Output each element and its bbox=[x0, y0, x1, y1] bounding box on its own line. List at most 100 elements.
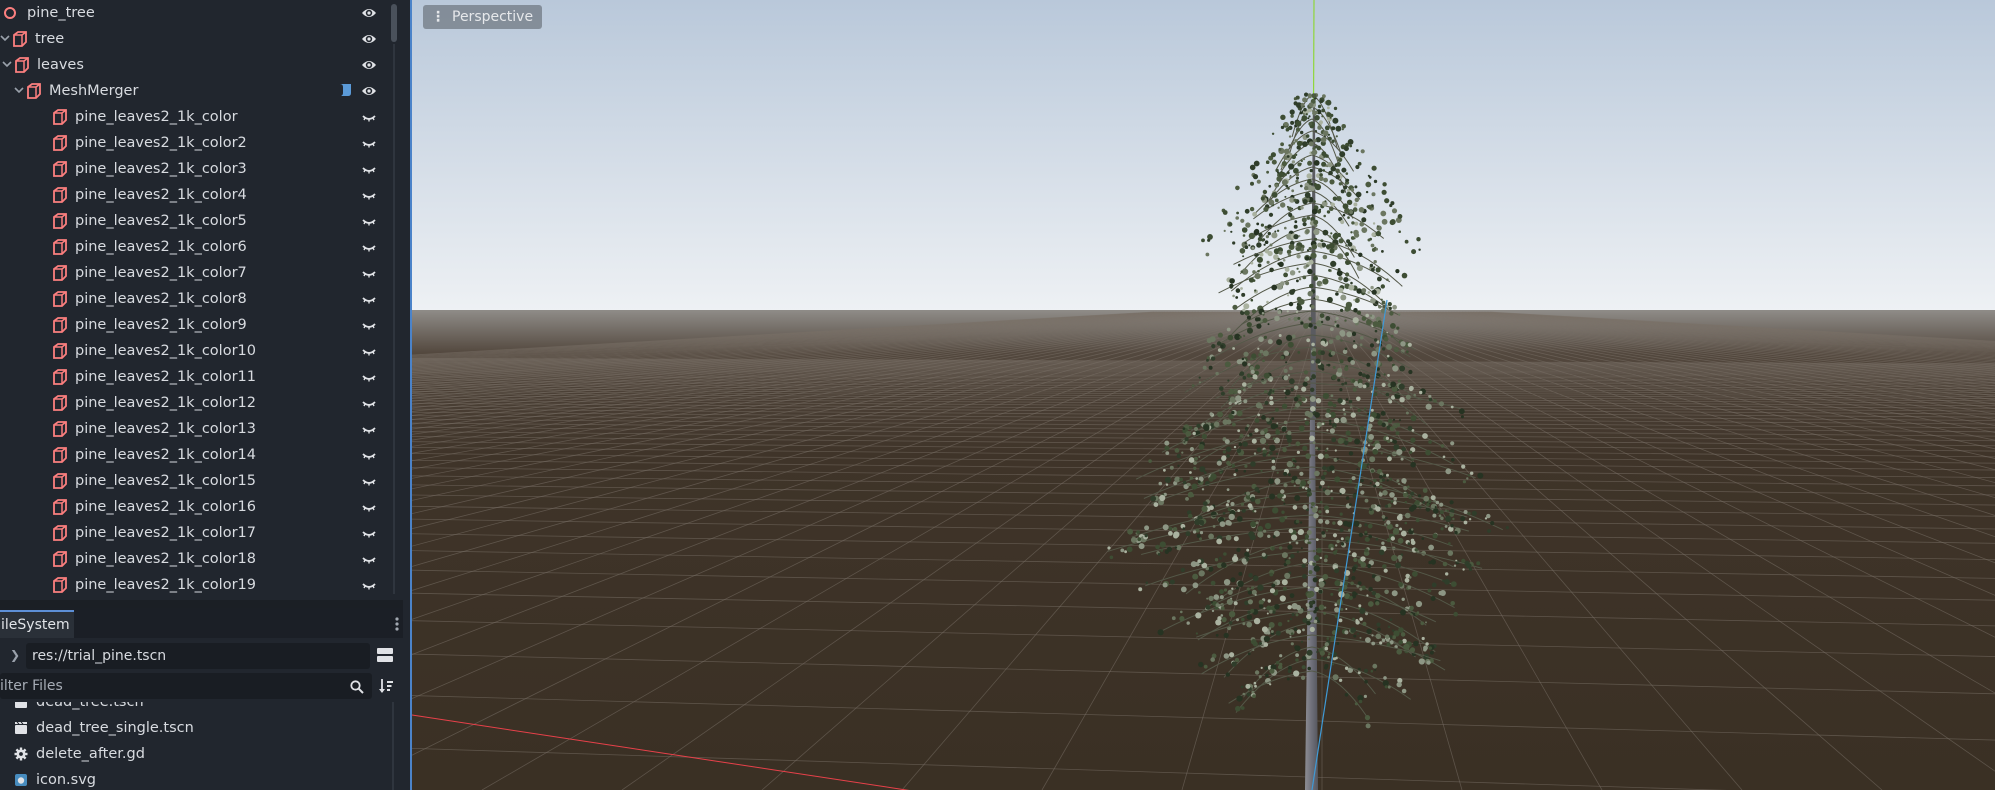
tab-filesystem[interactable]: ileSystem bbox=[0, 610, 74, 638]
kebab-menu-icon[interactable] bbox=[395, 616, 399, 632]
tree-needle-cluster bbox=[1374, 668, 1377, 671]
filter-files-input[interactable]: ilter Files bbox=[0, 673, 372, 699]
tree-needle-cluster bbox=[1386, 520, 1391, 525]
scene-tree-item[interactable]: pine_leaves2_1k_color8 bbox=[0, 286, 395, 312]
visibility-hidden-icon[interactable] bbox=[361, 318, 377, 334]
scene-tree-item[interactable]: leaves bbox=[0, 52, 395, 78]
visibility-hidden-icon[interactable] bbox=[361, 474, 377, 490]
tree-needle-cluster bbox=[1336, 270, 1343, 277]
tree-needle-cluster bbox=[1354, 298, 1360, 303]
scene-tree-item[interactable]: pine_leaves2_1k_color bbox=[0, 104, 395, 130]
visibility-eye-icon[interactable] bbox=[361, 83, 377, 99]
script-icon[interactable] bbox=[339, 83, 353, 97]
tree-needle-cluster bbox=[1366, 628, 1372, 635]
tree-needle-cluster bbox=[1263, 206, 1269, 212]
tree-needle-cluster bbox=[1210, 356, 1216, 361]
tree-needle-cluster bbox=[1384, 589, 1389, 595]
tree-needle-cluster bbox=[1352, 591, 1357, 596]
chevron-right-icon[interactable]: ❯ bbox=[10, 648, 20, 662]
visibility-hidden-icon[interactable] bbox=[361, 500, 377, 516]
scene-tree-item[interactable]: pine_leaves2_1k_color15 bbox=[0, 468, 395, 494]
scene-tree-item-label: pine_leaves2_1k_color19 bbox=[75, 577, 256, 593]
tree-needle-cluster bbox=[1266, 443, 1268, 446]
perspective-menu-button[interactable]: ⋮ Perspective bbox=[423, 5, 543, 29]
visibility-hidden-icon[interactable] bbox=[361, 240, 377, 256]
tree-needle-cluster bbox=[1313, 565, 1320, 572]
scrollbar-thumb[interactable] bbox=[391, 4, 397, 42]
visibility-hidden-icon[interactable] bbox=[361, 578, 377, 594]
scene-tree-item[interactable]: pine_leaves2_1k_color11 bbox=[0, 364, 395, 390]
scene-tree-item[interactable]: tree bbox=[0, 26, 395, 52]
tree-needle-cluster bbox=[1308, 94, 1312, 99]
visibility-hidden-icon[interactable] bbox=[361, 552, 377, 568]
visibility-hidden-icon[interactable] bbox=[361, 526, 377, 542]
scene-tree-item[interactable]: pine_leaves2_1k_color12 bbox=[0, 390, 395, 416]
scene-tree-item[interactable]: pine_leaves2_1k_color10 bbox=[0, 338, 395, 364]
visibility-hidden-icon[interactable] bbox=[361, 214, 377, 230]
tree-needle-cluster bbox=[1398, 582, 1403, 587]
visibility-eye-icon[interactable] bbox=[361, 31, 377, 47]
scene-tree-item[interactable]: pine_tree bbox=[0, 0, 395, 26]
sort-icon[interactable] bbox=[378, 678, 394, 694]
tree-needle-cluster bbox=[1368, 379, 1371, 382]
scene-tree-item[interactable]: pine_leaves2_1k_color6 bbox=[0, 234, 395, 260]
3d-viewport[interactable]: ⋮ Perspective bbox=[410, 0, 1995, 790]
scene-tree-item[interactable]: pine_leaves2_1k_color19 bbox=[0, 572, 395, 598]
scene-tree-scrollbar[interactable] bbox=[391, 0, 397, 600]
scene-tree-item[interactable]: pine_leaves2_1k_color5 bbox=[0, 208, 395, 234]
visibility-hidden-icon[interactable] bbox=[361, 448, 377, 464]
scene-tree-item[interactable]: pine_leaves2_1k_color16 bbox=[0, 494, 395, 520]
file-list-item[interactable]: delete_after.gd bbox=[0, 741, 390, 767]
file-list-item[interactable]: icon.svg bbox=[0, 767, 390, 790]
scene-tree-item[interactable]: pine_leaves2_1k_color18 bbox=[0, 546, 395, 572]
scrollbar-track bbox=[393, 44, 395, 594]
tree-needle-cluster bbox=[1292, 505, 1298, 510]
visibility-hidden-icon[interactable] bbox=[361, 110, 377, 126]
visibility-hidden-icon[interactable] bbox=[361, 136, 377, 152]
visibility-hidden-icon[interactable] bbox=[361, 266, 377, 282]
visibility-eye-icon[interactable] bbox=[361, 5, 377, 21]
visibility-hidden-icon[interactable] bbox=[361, 422, 377, 438]
chevron-down-icon[interactable] bbox=[14, 86, 24, 97]
tree-needle-cluster bbox=[1215, 603, 1220, 608]
visibility-hidden-icon[interactable] bbox=[361, 344, 377, 360]
tree-needle-cluster bbox=[1337, 253, 1344, 260]
filesystem-scrollbar[interactable] bbox=[392, 702, 394, 790]
visibility-hidden-icon[interactable] bbox=[361, 370, 377, 386]
tree-needle-cluster bbox=[1230, 230, 1233, 233]
scene-tree-item-label: MeshMerger bbox=[49, 83, 139, 99]
visibility-hidden-icon[interactable] bbox=[361, 162, 377, 178]
visibility-hidden-icon[interactable] bbox=[361, 396, 377, 412]
visibility-hidden-icon[interactable] bbox=[361, 292, 377, 308]
tree-needle-cluster bbox=[1308, 259, 1314, 265]
tree-needle-cluster bbox=[1164, 440, 1170, 446]
tree-needle-cluster bbox=[1317, 242, 1322, 248]
tree-needle-cluster bbox=[1302, 141, 1308, 148]
scene-tree-item[interactable]: pine_leaves2_1k_color9 bbox=[0, 312, 395, 338]
scene-tree-item[interactable]: pine_leaves2_1k_color7 bbox=[0, 260, 395, 286]
tree-needle-cluster bbox=[1164, 476, 1172, 484]
scene-tree-item[interactable]: pine_leaves2_1k_color4 bbox=[0, 182, 395, 208]
visibility-eye-icon[interactable] bbox=[361, 57, 377, 73]
tree-needle-cluster bbox=[1227, 379, 1230, 382]
scene-tree-item[interactable]: pine_leaves2_1k_color3 bbox=[0, 156, 395, 182]
scene-tree-item[interactable]: pine_leaves2_1k_color2 bbox=[0, 130, 395, 156]
visibility-hidden-icon[interactable] bbox=[361, 188, 377, 204]
tree-needle-cluster bbox=[1269, 493, 1276, 500]
file-list-item[interactable]: dead_tree_single.tscn bbox=[0, 715, 390, 741]
scene-tree-item[interactable]: MeshMerger bbox=[0, 78, 395, 104]
chevron-down-icon[interactable] bbox=[2, 60, 12, 71]
toggle-layout-icon[interactable] bbox=[376, 646, 394, 664]
tree-needle-cluster bbox=[1251, 586, 1255, 590]
scene-tree-item[interactable]: pine_leaves2_1k_color14 bbox=[0, 442, 395, 468]
tree-needle-cluster bbox=[1256, 242, 1262, 248]
path-field[interactable]: res://trial_pine.tscn bbox=[26, 643, 370, 669]
dock-splitter[interactable] bbox=[0, 600, 403, 608]
tree-needle-cluster bbox=[1354, 185, 1358, 189]
tree-needle-cluster bbox=[1217, 411, 1223, 418]
scene-tree-item[interactable]: pine_leaves2_1k_color17 bbox=[0, 520, 395, 546]
tree-needle-cluster bbox=[1428, 646, 1432, 650]
chevron-down-icon[interactable] bbox=[0, 34, 10, 45]
file-list-item[interactable]: dead_tree.tscn bbox=[0, 702, 390, 715]
scene-tree-item[interactable]: pine_leaves2_1k_color13 bbox=[0, 416, 395, 442]
